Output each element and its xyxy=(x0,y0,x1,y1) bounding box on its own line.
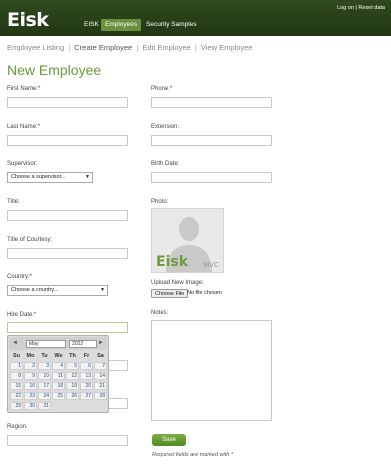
title-of-courtesy-input[interactable] xyxy=(7,248,128,259)
birth-date-label: Birth Date: xyxy=(151,161,180,167)
nav-security-samples[interactable]: Security Samples xyxy=(142,19,201,31)
breadcrumb-separator: | xyxy=(68,43,71,52)
calendar-day[interactable]: 24 xyxy=(38,392,51,400)
calendar-day[interactable]: 9 xyxy=(24,372,37,380)
title-label: Title: xyxy=(7,199,20,205)
calendar-day[interactable]: 7 xyxy=(94,362,107,370)
phone-label: Phone:* xyxy=(151,86,173,92)
datepicker: ◄ May 2022 ► Su Mo Tu We Th Fr Sa 1 2 3 4 5 6 7 8 9 10 11… xyxy=(7,335,109,413)
calendar-day[interactable]: 2 xyxy=(24,362,37,370)
calendar-day[interactable]: 22 xyxy=(10,392,23,400)
login-link[interactable]: Log on xyxy=(337,5,354,11)
weekday-header: Sa xyxy=(97,353,104,359)
year-select[interactable]: 2022 xyxy=(69,340,97,348)
upload-image-label: Upload New Image: xyxy=(151,280,204,286)
title-of-courtesy-label: Title of Courtesy: xyxy=(7,237,53,243)
calendar-day[interactable]: 8 xyxy=(10,372,23,380)
calendar-day[interactable]: 11 xyxy=(52,372,65,380)
required-fields-note: Required fields are marked with * xyxy=(152,452,234,458)
weekday-header: Mo xyxy=(26,353,35,359)
calendar-day[interactable]: 6 xyxy=(80,362,93,370)
calendar-day[interactable]: 30 xyxy=(24,402,37,410)
chevron-down-icon: ▼ xyxy=(100,287,105,293)
hire-date-label: Hire Date:* xyxy=(7,312,37,318)
calendar-day[interactable]: 1 xyxy=(10,362,23,370)
calendar-day[interactable]: 26 xyxy=(66,392,79,400)
photo-mvc-label: MVC xyxy=(203,262,219,269)
first-name-input[interactable] xyxy=(7,97,128,108)
logo: Eisk xyxy=(7,9,49,31)
calendar-day[interactable]: 12 xyxy=(66,372,79,380)
nav-eisk[interactable]: EISK xyxy=(80,19,103,31)
next-month-icon[interactable]: ► xyxy=(97,339,105,347)
last-name-label: Last Name:* xyxy=(7,124,41,130)
prev-month-icon[interactable]: ◄ xyxy=(11,339,19,347)
extension-label: Extension: xyxy=(151,124,180,130)
calendar-day[interactable]: 21 xyxy=(94,382,107,390)
calendar-day[interactable]: 18 xyxy=(52,382,65,390)
country-select[interactable]: Choose a country... ▼ xyxy=(7,285,108,296)
country-label: Country:* xyxy=(7,274,33,280)
calendar-day[interactable]: 16 xyxy=(24,382,37,390)
nav-employees[interactable]: Employees xyxy=(101,19,142,31)
calendar-day[interactable]: 10 xyxy=(38,372,51,380)
calendar-day[interactable]: 17 xyxy=(38,382,51,390)
weekday-header: Th xyxy=(69,353,76,359)
notes-label: Notes: xyxy=(151,310,169,316)
top-links-separator: | xyxy=(355,5,357,11)
breadcrumb: Employee Listing | Create Employee | Edi… xyxy=(7,43,252,52)
chevron-down-icon: ▼ xyxy=(85,174,90,180)
calendar-day[interactable]: 29 xyxy=(10,402,23,410)
birth-date-input[interactable] xyxy=(151,172,272,183)
phone-input[interactable] xyxy=(151,97,272,108)
calendar-day[interactable]: 3 xyxy=(38,362,51,370)
calendar-day[interactable]: 25 xyxy=(52,392,65,400)
header-bar: Eisk EISK Employees Security Samples Log… xyxy=(0,0,391,36)
photo-logo: Eisk xyxy=(156,254,189,270)
last-name-input[interactable] xyxy=(7,135,128,146)
weekday-header: Su xyxy=(12,353,21,359)
hire-date-input[interactable] xyxy=(7,322,128,333)
region-label: Region: xyxy=(7,424,28,430)
view-employee-link[interactable]: View Employee xyxy=(201,43,253,52)
calendar-day[interactable]: 27 xyxy=(80,392,93,400)
supervisor-select[interactable]: Choose a supervisor... ▼ xyxy=(7,172,93,183)
calendar-day[interactable]: 20 xyxy=(80,382,93,390)
first-name-label: First Name:* xyxy=(7,86,41,92)
save-button[interactable]: Save xyxy=(152,434,186,446)
country-select-value: Choose a country... xyxy=(11,287,59,293)
calendar-day[interactable]: 4 xyxy=(52,362,65,370)
supervisor-select-value: Choose a supervisor... xyxy=(11,174,66,180)
calendar-day[interactable]: 23 xyxy=(24,392,37,400)
calendar-day[interactable]: 13 xyxy=(80,372,93,380)
title-input[interactable] xyxy=(7,210,128,221)
page-title: New Employee xyxy=(7,62,102,78)
photo-label: Photo: xyxy=(151,199,169,205)
breadcrumb-separator: | xyxy=(194,43,197,52)
supervisor-label: Supervisor: xyxy=(7,161,38,167)
breadcrumb-separator: | xyxy=(136,43,139,52)
calendar-day[interactable]: 28 xyxy=(94,392,107,400)
calendar-day[interactable]: 19 xyxy=(66,382,79,390)
no-file-chosen-text: No file chosen xyxy=(187,290,222,296)
weekday-header: Fr xyxy=(83,353,90,359)
extension-input[interactable] xyxy=(151,135,272,146)
weekday-header: We xyxy=(54,353,63,359)
calendar-day[interactable]: 15 xyxy=(10,382,23,390)
calendar-day[interactable]: 5 xyxy=(66,362,79,370)
weekday-header: Tu xyxy=(41,353,48,359)
notes-textarea[interactable] xyxy=(151,320,272,421)
month-select[interactable]: May xyxy=(26,340,66,348)
datepicker-header: ◄ May 2022 ► xyxy=(9,337,107,350)
create-employee-link[interactable]: Create Employee xyxy=(74,43,132,52)
top-links: Log on | Reset data xyxy=(337,5,385,11)
employee-photo: Eisk MVC xyxy=(151,208,224,273)
region-input[interactable] xyxy=(7,435,128,446)
calendar-day[interactable]: 31 xyxy=(38,402,51,410)
choose-file-button[interactable]: Choose File xyxy=(151,289,189,298)
reset-data-link[interactable]: Reset data xyxy=(358,5,385,11)
calendar-day[interactable]: 14 xyxy=(94,372,107,380)
employee-listing-link[interactable]: Employee Listing xyxy=(7,43,64,52)
edit-employee-link[interactable]: Edit Employee xyxy=(142,43,190,52)
